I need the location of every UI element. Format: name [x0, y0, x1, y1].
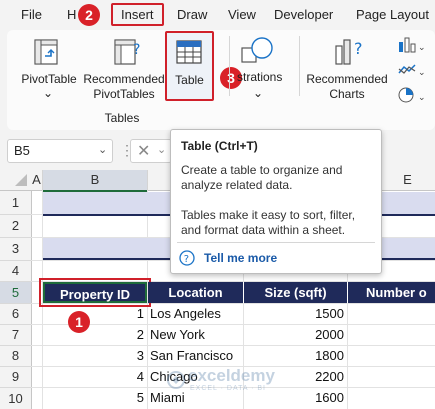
watermark-name: exceldemy	[188, 366, 275, 385]
cell-property-id[interactable]: 3	[43, 345, 144, 366]
column-header[interactable]	[148, 170, 171, 191]
row-header[interactable]: 9	[0, 367, 32, 388]
chevron-down-icon[interactable]: ⌄	[98, 143, 107, 156]
svg-text:⌄: ⌄	[418, 67, 426, 77]
recommended-pivottables-label: PivotTables	[93, 87, 155, 101]
ribbon-panel: PivotTable ⌄ ? Recommended PivotTables T…	[7, 30, 435, 130]
tooltip-text: Create a table to organize and	[181, 163, 343, 177]
recommended-pivottables-icon: ?	[111, 38, 145, 68]
table-button[interactable]: Table	[165, 31, 214, 101]
menu-file[interactable]: File	[21, 7, 42, 22]
row-header[interactable]: 6	[0, 304, 32, 325]
cell-size[interactable]: 1500	[244, 303, 344, 324]
menu-page-layout[interactable]: Page Layout	[356, 7, 429, 22]
line-chart-icon[interactable]: ⌄	[397, 61, 427, 79]
watermark-tagline: EXCEL · DATA · BI	[190, 385, 266, 392]
pie-chart-icon[interactable]: ⌄	[397, 86, 427, 104]
name-box[interactable]: B5 ⌄	[7, 139, 113, 163]
row-header[interactable]: 8	[0, 346, 32, 367]
name-box-value: B5	[14, 143, 30, 158]
header-number-of[interactable]: Number o	[348, 282, 435, 303]
ribbon-separator	[229, 36, 230, 96]
column-header-e[interactable]: E	[380, 170, 435, 191]
row-header[interactable]: 1	[0, 191, 32, 215]
cell-property-id[interactable]: 1	[43, 303, 144, 324]
row-header[interactable]: 3	[0, 238, 32, 261]
formula-actions: ✕ ⌄	[130, 139, 172, 163]
svg-text:?: ?	[184, 254, 189, 265]
cell-size[interactable]: 2000	[244, 324, 344, 345]
cell-location[interactable]: New York	[150, 324, 242, 345]
cell-property-id[interactable]: 4	[43, 366, 144, 387]
svg-text:⌄: ⌄	[418, 42, 426, 52]
tooltip-text: and format data within a sheet.	[181, 223, 346, 237]
table-tooltip: Table (Ctrl+T) Create a table to organiz…	[170, 129, 382, 274]
menu-developer[interactable]: Developer	[274, 7, 333, 22]
menu-insert[interactable]: Insert	[111, 3, 164, 26]
menu-home[interactable]: H	[67, 7, 76, 22]
header-size[interactable]: Size (sqft)	[244, 282, 348, 303]
menu-draw[interactable]: Draw	[177, 7, 207, 22]
cell-property-id[interactable]: 5	[43, 387, 144, 408]
pivottable-dropdown-icon[interactable]: ⌄	[43, 86, 53, 101]
recommended-pivottables-button[interactable]: Recommended	[83, 72, 165, 87]
row-header[interactable]: 7	[0, 325, 32, 346]
svg-text:?: ?	[133, 42, 140, 58]
recommended-charts-label: Charts	[329, 87, 365, 101]
table-icon	[176, 40, 202, 64]
row-header[interactable]: 10	[0, 388, 32, 409]
column-header-a[interactable]: A	[31, 170, 43, 191]
help-icon[interactable]: ?	[179, 250, 195, 266]
cell-location[interactable]: Los Angeles	[150, 303, 242, 324]
menu-view[interactable]: View	[228, 7, 256, 22]
tooltip-text: analyze related data.	[181, 178, 293, 192]
tables-group-label: Tables	[104, 111, 140, 125]
cell-size[interactable]: 1800	[244, 345, 344, 366]
column-header-b[interactable]: B	[43, 170, 148, 192]
column-chart-icon[interactable]: ⌄	[397, 36, 427, 54]
illustrations-icon	[240, 36, 276, 66]
tooltip-text: Tables make it easy to sort, filter,	[181, 208, 356, 222]
pivottable-button[interactable]: PivotTable	[13, 72, 85, 87]
pivottable-icon	[29, 38, 63, 68]
cell-property-id[interactable]: 2	[43, 324, 144, 345]
row-header[interactable]: 2	[0, 215, 32, 238]
menu-bar: File H Insert Draw View Developer Page L…	[0, 0, 435, 30]
table-button-label: Table	[175, 73, 204, 87]
tell-me-more-link[interactable]: Tell me more	[204, 251, 277, 265]
header-location[interactable]: Location	[148, 282, 244, 303]
ribbon-separator	[299, 36, 300, 96]
exceldemy-logo-icon	[167, 371, 185, 389]
recommended-charts-icon: ?	[333, 36, 369, 66]
row-header[interactable]: 4	[0, 261, 32, 282]
chevron-down-icon[interactable]: ⌄	[157, 143, 166, 156]
exceldemy-watermark: exceldemy EXCEL · DATA · BI	[166, 366, 296, 398]
illustrations-dropdown-icon[interactable]: ⌄	[253, 86, 263, 101]
svg-text:?: ?	[354, 39, 363, 58]
select-all-corner[interactable]	[0, 170, 32, 191]
illustrations-button[interactable]: strations	[237, 70, 297, 85]
recommended-charts-button[interactable]: Recommended	[305, 72, 389, 87]
tooltip-divider	[177, 242, 375, 243]
cell-location[interactable]: San Francisco	[150, 345, 242, 366]
row-header[interactable]: 5	[0, 282, 32, 304]
cancel-icon[interactable]: ✕	[137, 141, 150, 161]
header-property-id[interactable]: Property ID	[39, 278, 151, 307]
tooltip-title: Table (Ctrl+T)	[181, 139, 258, 153]
step-badge-2: 2	[78, 4, 100, 26]
svg-text:⌄: ⌄	[418, 92, 426, 102]
